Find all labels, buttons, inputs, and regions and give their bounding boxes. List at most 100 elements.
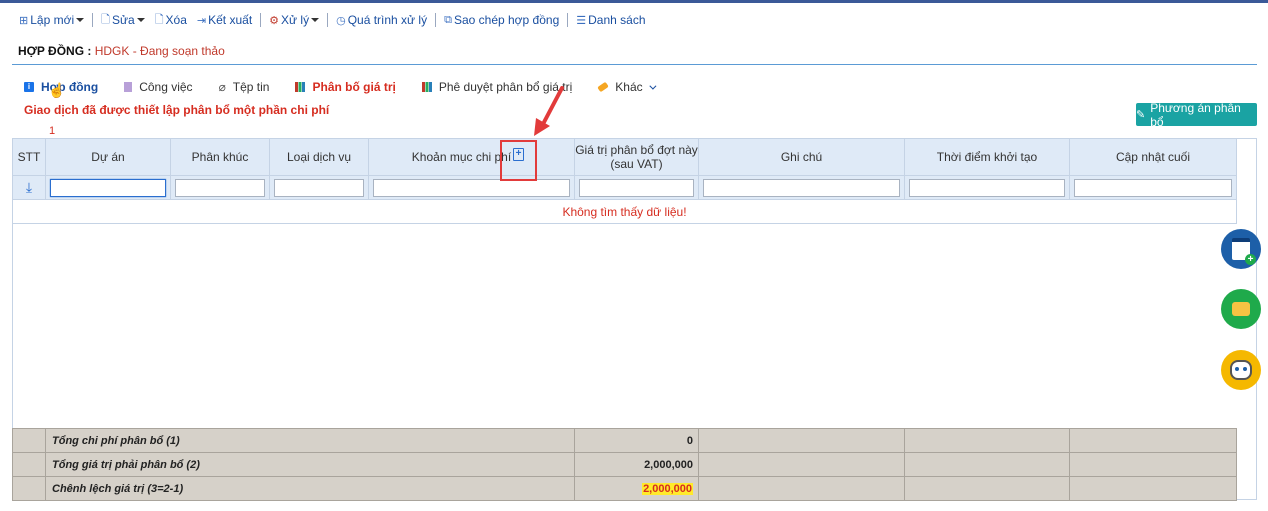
annotation-number: 1	[49, 125, 56, 137]
filter-last-updated-input[interactable]	[1074, 178, 1232, 197]
top-accent-bar	[0, 0, 1268, 3]
tab-value-allocation-label: Phân bố giá trị	[312, 80, 396, 94]
column-header-project[interactable]: Dự án	[45, 138, 171, 176]
summary-label: Chênh lệch giá trị (3=2-1)	[45, 476, 575, 501]
summary-empty-cell	[1069, 428, 1237, 453]
contract-label: HỢP ĐỒNG :	[18, 44, 92, 58]
summary-row: Tổng chi phí phân bổ (1) 0	[12, 428, 1237, 453]
filter-cell	[269, 175, 369, 200]
toolbar-divider	[260, 13, 262, 27]
list-button-label: Danh sách	[588, 13, 646, 27]
column-header-service-type[interactable]: Loại dịch vụ	[269, 138, 369, 176]
empty-row: Không tìm thấy dữ liệu!	[12, 199, 1237, 224]
export-button[interactable]: ⇥ Kết xuất	[192, 13, 257, 27]
chat-button[interactable]	[1221, 289, 1261, 329]
filter-cell	[574, 175, 699, 200]
summary-table: Tổng chi phí phân bổ (1) 0 Tổng giá trị …	[12, 428, 1237, 501]
summary-empty-cell	[904, 452, 1070, 477]
filter-allocation-value-input[interactable]	[579, 178, 694, 197]
chevron-down-icon	[76, 18, 85, 22]
toolbar-divider	[567, 13, 569, 27]
summary-row: Chênh lệch giá trị (3=2-1) 2,000,000	[12, 476, 1237, 501]
summary-empty-cell	[904, 476, 1070, 501]
column-header-stt[interactable]: STT	[12, 138, 46, 176]
grid-header-row: STT Dự án Phân khúc Loại dịch vụ Khoản m…	[12, 138, 1237, 176]
difference-value: 2,000,000	[642, 482, 693, 495]
summary-empty-cell	[904, 428, 1070, 453]
hand-cursor-icon: ☝	[48, 82, 66, 98]
filter-notes-input[interactable]	[703, 178, 900, 197]
add-file-icon[interactable]: +	[513, 148, 524, 161]
chevron-down-icon	[649, 82, 657, 90]
tab-files[interactable]: ⌀ Tệp tin	[219, 80, 270, 94]
process-button[interactable]: ⚙ Xử lý	[264, 13, 324, 27]
allocation-plan-label: Phương án phân bổ	[1150, 100, 1241, 129]
copy-contract-label: Sao chép hợp đồng	[453, 13, 560, 27]
new-button-label: Lập mới	[30, 13, 75, 27]
delete-icon: 🗋	[154, 13, 164, 26]
filter-created-time-input[interactable]	[909, 178, 1065, 197]
edit-button-label: Sửa	[111, 13, 135, 27]
column-header-created-time[interactable]: Thời điểm khởi tạo	[904, 138, 1070, 176]
bar-chart-icon	[421, 82, 432, 92]
document-icon	[124, 82, 133, 92]
column-header-segment[interactable]: Phân khúc	[170, 138, 270, 176]
column-header-cost-item[interactable]: Khoản mục chi phí	[368, 138, 575, 176]
summary-empty-cell	[698, 428, 905, 453]
delete-button[interactable]: 🗋 Xóa	[150, 11, 192, 30]
download-icon[interactable]: ⤓	[12, 175, 46, 200]
contract-status: HDGK - Đang soạn thảo	[94, 44, 225, 58]
clipboard-add-button[interactable]	[1221, 229, 1261, 269]
export-icon: ⇥	[196, 14, 207, 27]
summary-value-cell: 2,000,000	[574, 476, 699, 501]
summary-empty-cell	[1069, 452, 1237, 477]
copy-icon: ⧉	[444, 13, 452, 26]
pencil-icon: ✎	[1136, 109, 1146, 121]
tab-other[interactable]: Khác	[597, 80, 657, 94]
tab-tasks-label: Công việc	[139, 80, 193, 94]
filter-cell	[45, 175, 171, 200]
filter-cell	[904, 175, 1070, 200]
column-header-cost-item-label: Khoản mục chi phí	[411, 150, 512, 164]
history-icon: ◷	[336, 14, 346, 27]
edit-button[interactable]: 🗋 Sửa	[96, 11, 150, 30]
tab-value-allocation[interactable]: Phân bố giá trị	[295, 80, 396, 94]
copy-contract-button[interactable]: ⧉ Sao chép hợp đồng	[439, 13, 564, 27]
filter-segment-input[interactable]	[175, 178, 265, 197]
summary-value: 2,000,000	[574, 452, 699, 477]
list-button[interactable]: ☰ Danh sách	[571, 13, 650, 27]
filter-cell	[1069, 175, 1237, 200]
filter-cost-item-input[interactable]	[373, 178, 570, 197]
new-button[interactable]: ⊞ Lập mới	[14, 13, 89, 27]
allocation-grid: STT Dự án Phân khúc Loại dịch vụ Khoản m…	[12, 138, 1237, 224]
info-icon: i	[24, 82, 34, 92]
toolbar-divider	[435, 13, 437, 27]
column-header-last-updated[interactable]: Cập nhật cuối	[1069, 138, 1237, 176]
summary-spacer	[12, 452, 46, 477]
chat-icon	[1227, 302, 1250, 317]
bot-assistant-button[interactable]	[1221, 350, 1261, 390]
toolbar-divider	[92, 13, 94, 27]
process-button-label: Xử lý	[281, 13, 310, 27]
tab-tasks[interactable]: Công việc	[124, 80, 193, 94]
tab-files-label: Tệp tin	[232, 80, 270, 94]
allocation-plan-button[interactable]: ✎ Phương án phân bổ	[1136, 100, 1257, 129]
empty-message: Không tìm thấy dữ liệu!	[12, 199, 1237, 224]
filter-cell	[698, 175, 905, 200]
filter-project-input[interactable]	[50, 178, 166, 197]
history-button[interactable]: ◷ Quá trình xử lý	[331, 13, 432, 27]
chevron-down-icon	[136, 18, 145, 22]
summary-label: Tổng chi phí phân bổ (1)	[45, 428, 575, 453]
paperclip-icon: ⌀	[218, 80, 226, 94]
filter-service-type-input[interactable]	[274, 178, 364, 197]
summary-empty-cell	[1069, 476, 1237, 501]
plus-square-icon: ⊞	[19, 14, 29, 27]
column-header-notes[interactable]: Ghi chú	[698, 138, 905, 176]
column-header-allocation-value[interactable]: Giá trị phân bổ đợt này (sau VAT)	[574, 138, 699, 176]
edit-icon: 🗋	[101, 13, 110, 26]
divider	[12, 64, 1257, 65]
summary-spacer	[12, 428, 46, 453]
history-button-label: Quá trình xử lý	[347, 13, 428, 27]
red-arrow-icon	[534, 86, 564, 136]
tab-other-label: Khác	[615, 80, 643, 94]
